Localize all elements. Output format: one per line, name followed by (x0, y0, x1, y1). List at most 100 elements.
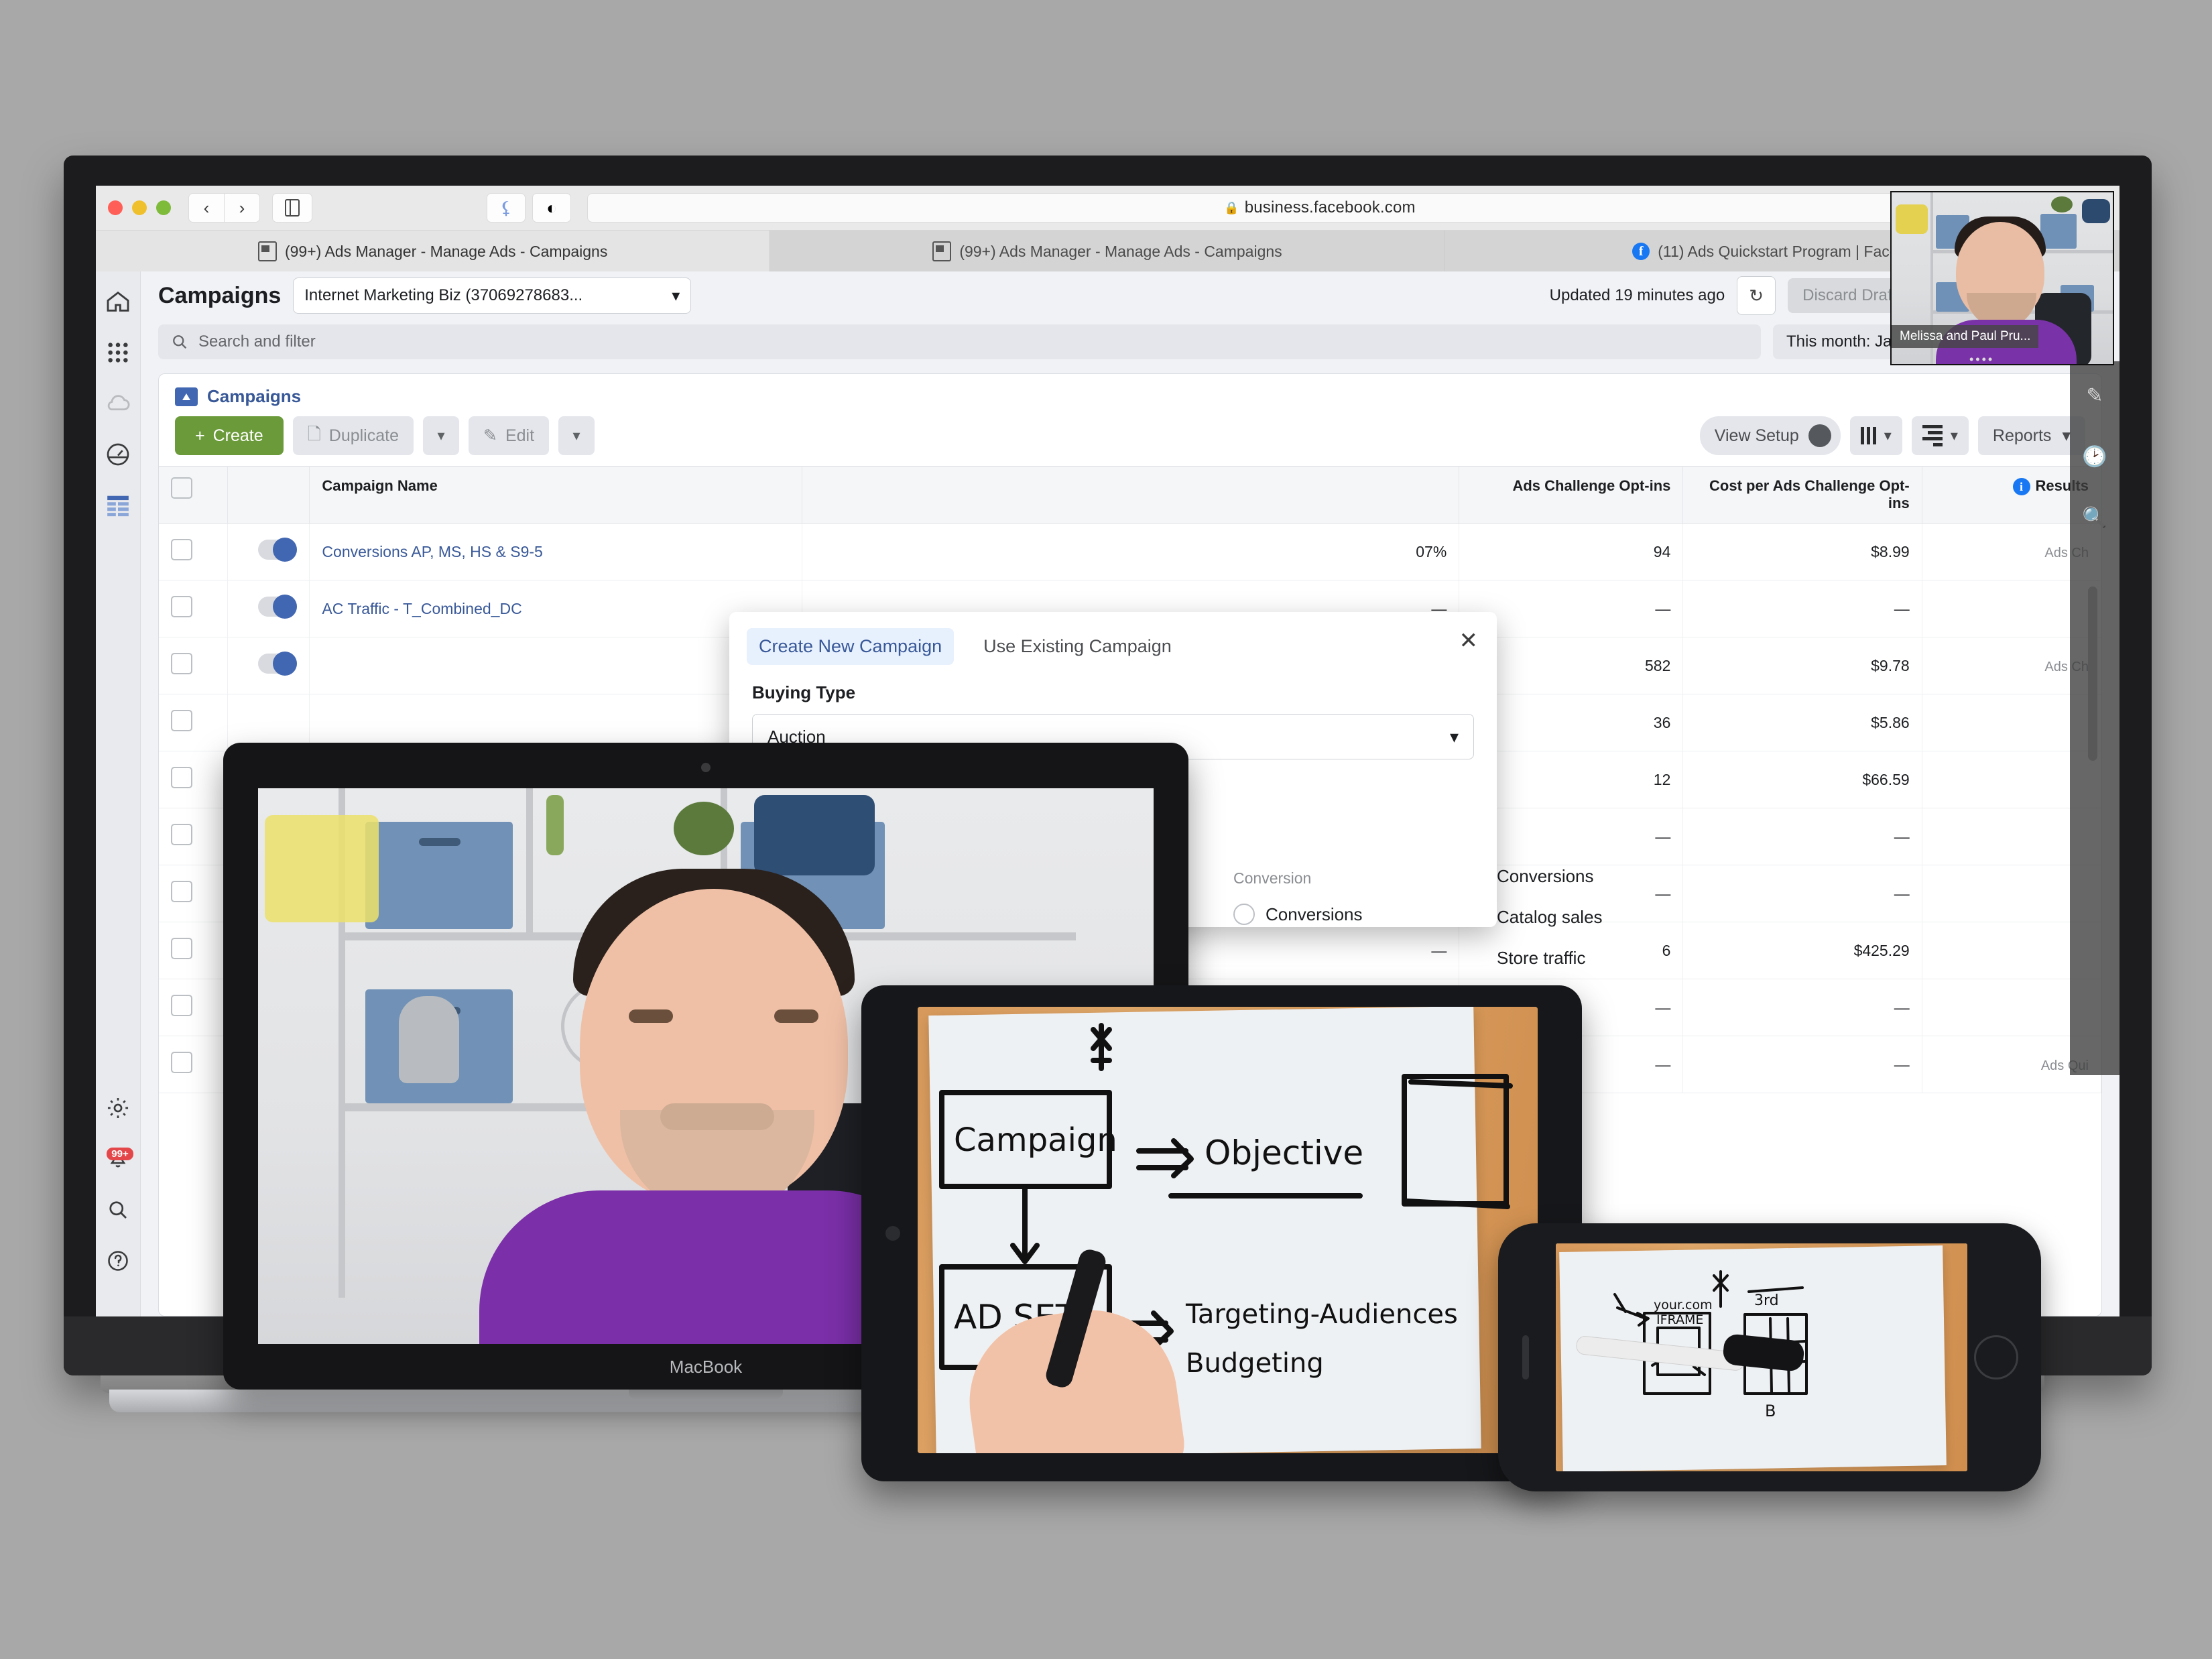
table-row[interactable]: Conversions AP, MS, HS & S9-5 07% 94 $8.… (159, 523, 2101, 580)
status-toggle[interactable] (258, 538, 298, 562)
objective-label[interactable]: Conversions (1497, 866, 1603, 887)
address-bar[interactable]: 🔒 business.facebook.com ↻ (587, 193, 2052, 223)
toggle-knob[interactable] (1808, 424, 1831, 447)
tab-use-existing-campaign[interactable]: Use Existing Campaign (971, 628, 1184, 665)
minimize-window-button[interactable] (132, 200, 147, 215)
browser-tab-2[interactable]: (99+) Ads Manager - Manage Ads - Campaig… (770, 231, 1445, 272)
browser-toolbar: ‹ › ⚸ ◐ 🔒 business.facebook.com ↻ (96, 186, 2119, 231)
optins-header[interactable]: Ads Challenge Opt-ins (1459, 466, 1684, 524)
vase (399, 996, 459, 1083)
row-toggle-cell[interactable] (227, 580, 310, 637)
sidebar-item-performance[interactable] (103, 439, 133, 470)
row-checkbox-cell[interactable] (159, 751, 228, 808)
browser-tab-1[interactable]: (99+) Ads Manager - Manage Ads - Campaig… (96, 231, 771, 272)
breadcrumb-label[interactable]: Campaigns (207, 386, 301, 407)
status-toggle[interactable] (258, 652, 298, 676)
home-button-icon[interactable] (1974, 1335, 2018, 1379)
checkbox[interactable] (171, 1052, 192, 1073)
row-checkbox-cell[interactable] (159, 580, 228, 637)
checkbox[interactable] (171, 596, 192, 617)
sidebar-item-help[interactable] (103, 1245, 133, 1276)
zoom-search-icon[interactable]: 🔍 (2082, 506, 2107, 530)
sidebar-item-notifications[interactable]: 99+ (103, 1144, 133, 1174)
breadcrumb: Campaigns (159, 374, 2101, 411)
sketch-label-3rd: 3rd (1754, 1292, 1779, 1309)
checkbox[interactable] (171, 539, 192, 560)
row-checkbox-cell[interactable] (159, 865, 228, 922)
row-name-cell[interactable]: AC Traffic - T_Combined_DC (309, 580, 803, 637)
checkbox[interactable] (171, 710, 192, 731)
row-cost-cell: — (1682, 979, 1922, 1036)
sidebar-item-settings[interactable] (103, 1093, 133, 1123)
duplicate-caret-button[interactable]: ▾ (423, 416, 459, 455)
maximize-window-button[interactable] (156, 200, 171, 215)
row-name-cell[interactable]: Conversions AP, MS, HS & S9-5 (309, 523, 803, 580)
columns-button[interactable]: ▾ (1849, 416, 1902, 455)
sidebar-item-home[interactable] (103, 286, 133, 317)
extension-icon[interactable]: ⚸ (487, 193, 526, 223)
sidebar-item-campaigns[interactable] (103, 490, 133, 521)
select-all-header[interactable] (159, 466, 228, 524)
back-icon[interactable]: ‹ (188, 193, 224, 223)
row-checkbox-cell[interactable] (159, 808, 228, 865)
cost-header[interactable]: Cost per Ads Challenge Opt-ins (1682, 466, 1922, 524)
webcam-icon (701, 763, 711, 772)
row-checkbox-cell[interactable] (159, 637, 228, 694)
clock-icon[interactable]: 🕑 (2082, 445, 2107, 469)
sketch-label-iframe: IFRAME (1656, 1312, 1703, 1327)
checkbox[interactable] (171, 824, 192, 845)
reader-contrast-icon[interactable]: ◐ (532, 193, 571, 223)
objective-option[interactable]: Conversions (1233, 904, 1474, 925)
refresh-icon[interactable]: ↻ (1737, 276, 1776, 315)
checkbox[interactable] (171, 881, 192, 902)
view-setup-toggle[interactable]: View Setup (1699, 416, 1841, 455)
sketch-label-campaign: Campaign (954, 1121, 1117, 1159)
objective-label[interactable]: Store traffic (1497, 948, 1603, 969)
window-controls[interactable] (108, 200, 171, 215)
objective-label[interactable]: Catalog sales (1497, 907, 1603, 928)
search-input[interactable]: Search and filter (158, 324, 1761, 359)
campaign-name-header[interactable]: Campaign Name (309, 466, 803, 524)
checkbox[interactable] (171, 938, 192, 959)
row-checkbox-cell[interactable] (159, 694, 228, 751)
row-checkbox-cell[interactable] (159, 979, 228, 1036)
close-window-button[interactable] (108, 200, 123, 215)
campaign-name-link[interactable]: AC Traffic - T_Combined_DC (322, 600, 521, 617)
row-checkbox-cell[interactable] (159, 922, 228, 979)
sidebar-toggle-icon[interactable] (272, 193, 312, 223)
row-checkbox-cell[interactable] (159, 523, 228, 580)
sidebar-item-cloud[interactable] (103, 388, 133, 419)
person-eye-right (774, 1009, 818, 1023)
checkbox[interactable] (171, 767, 192, 788)
campaign-name-link[interactable]: Conversions AP, MS, HS & S9-5 (322, 543, 542, 560)
edit-button[interactable]: ✎ Edit (469, 416, 550, 455)
breakdown-button[interactable]: ▾ (1911, 416, 1969, 455)
checkbox[interactable] (171, 477, 192, 499)
row-checkbox-cell[interactable] (159, 1036, 228, 1093)
duplicate-button[interactable]: 🗋 Duplicate (292, 416, 414, 455)
webcam-pip[interactable]: Melissa and Paul Pru... •••• (1890, 191, 2114, 365)
sidebar-item-all-tools[interactable] (103, 337, 133, 368)
close-icon[interactable]: ✕ (1459, 629, 1479, 652)
search-icon (173, 335, 187, 349)
row-cost-cell: $9.78 (1682, 637, 1922, 694)
row-toggle-cell[interactable] (227, 523, 310, 580)
radio-icon[interactable] (1233, 904, 1255, 925)
tab-create-new-campaign[interactable]: Create New Campaign (747, 628, 955, 665)
extension-buttons[interactable]: ⚸ ◐ (487, 193, 571, 223)
checkbox[interactable] (171, 995, 192, 1016)
row-toggle-cell[interactable] (227, 637, 310, 694)
account-selector[interactable]: Internet Marketing Biz (37069278683... ▾ (293, 278, 692, 314)
edit-caret-button[interactable]: ▾ (558, 416, 595, 455)
ipad-device: Campaign Objective AD SET Targeting-Audi… (861, 985, 1582, 1481)
forward-icon[interactable]: › (224, 193, 260, 223)
checkbox[interactable] (171, 653, 192, 674)
status-toggle[interactable] (258, 595, 298, 619)
sidebar-item-search[interactable] (103, 1194, 133, 1225)
home-button-icon[interactable] (885, 1226, 900, 1241)
reports-button[interactable]: Reports ▾ (1977, 416, 2085, 455)
row-name-cell[interactable] (309, 637, 803, 694)
create-button[interactable]: + Create (175, 416, 284, 455)
pencil-icon[interactable]: ✎ (2086, 384, 2103, 408)
nav-buttons[interactable]: ‹ › (188, 193, 260, 223)
